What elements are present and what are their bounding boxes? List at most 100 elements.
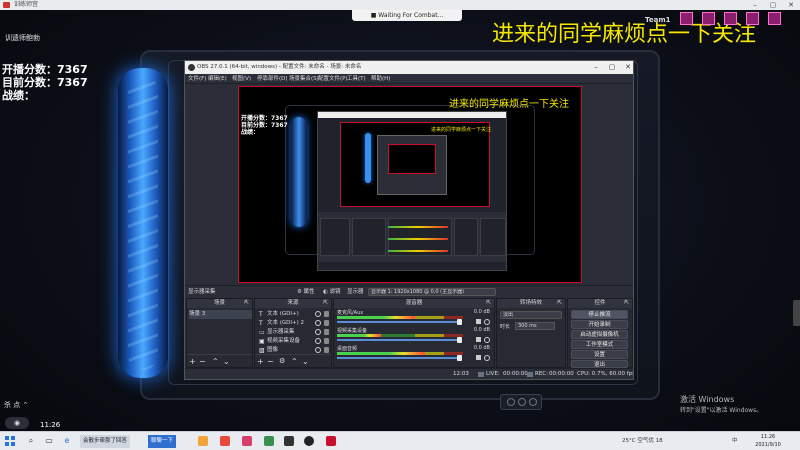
display-select[interactable]: 显示器 1: 1920x1080 @ 0,0 (主显示器) [368, 288, 496, 296]
emote-icon[interactable] [680, 12, 693, 25]
start-recording-button[interactable]: 开始录制 [571, 320, 628, 329]
dock-menu-icon[interactable]: ⇱ [244, 299, 249, 308]
emote-icon[interactable] [746, 12, 759, 25]
transition-select[interactable]: 淡出 [500, 311, 562, 319]
windows-start-icon[interactable] [5, 436, 15, 446]
current-score: 目前分数：7367 [2, 76, 88, 89]
menu-help[interactable]: 帮助(H) [371, 74, 390, 84]
obs-taskbar-icon[interactable] [304, 436, 314, 446]
weather-widget[interactable]: 25°C 空气优 18 [622, 432, 663, 450]
dock-menu-icon[interactable]: ⇱ [557, 299, 562, 308]
emote-icon[interactable] [724, 12, 737, 25]
dock-menu-icon[interactable]: ⇱ [323, 299, 328, 308]
volume-slider[interactable] [337, 337, 462, 343]
source-item[interactable]: ▣ 视频采集设备 [257, 337, 331, 346]
obs-preview-canvas[interactable]: 进来的同学麻烦点一下关注 开播分数：7367 目前分数：7367 战绩： 进来的… [238, 86, 582, 283]
taskbar-item[interactable]: 会散步牵那了回答 [80, 435, 131, 448]
gear-icon[interactable]: ⚙ [279, 355, 285, 368]
source-item[interactable]: T 文本 (GDI+) 2 [257, 319, 331, 328]
stop-streaming-button[interactable]: 停止推流 [571, 310, 628, 319]
settings-button[interactable]: 设置 [571, 350, 628, 359]
controls-header: 控件 ⇱ [568, 299, 632, 308]
remove-scene-button[interactable]: − [199, 355, 206, 368]
lock-icon[interactable] [324, 338, 329, 344]
follow-banner: 进来的同学麻烦点一下关注 [492, 22, 757, 47]
app-icon[interactable] [198, 436, 208, 446]
app-icon[interactable] [284, 436, 294, 446]
lock-icon[interactable] [324, 320, 329, 326]
scene-item[interactable]: 场景 3 [189, 310, 252, 319]
menu-view[interactable]: 视图(V) [232, 74, 251, 84]
move-down-icon[interactable]: ⌄ [223, 355, 230, 368]
lock-icon[interactable] [324, 347, 329, 353]
source-item[interactable]: ▭ 显示器采集 [257, 328, 331, 337]
dock-menu-icon[interactable]: ⇱ [486, 299, 491, 308]
gear-icon[interactable] [484, 337, 490, 343]
slider-handle[interactable] [457, 337, 462, 343]
lock-icon[interactable] [324, 311, 329, 317]
virtual-camera-button[interactable]: 启动虚拟摄像机 [571, 330, 628, 339]
close-button[interactable]: ✕ [784, 0, 798, 10]
filters-button[interactable]: ◐ 滤镜 [323, 286, 341, 298]
move-up-icon[interactable]: ⌃ [291, 355, 298, 368]
menu-scene-collection[interactable]: 场景集合(S) [289, 74, 319, 84]
speaker-icon[interactable] [476, 355, 481, 360]
waiting-toast: ■ Waiting For Combat... [352, 10, 462, 21]
live-icon [478, 372, 484, 377]
volume-meter [337, 352, 463, 355]
gear-icon[interactable] [484, 355, 490, 361]
move-down-icon[interactable]: ⌄ [302, 355, 309, 368]
remove-source-button[interactable]: − [267, 355, 274, 368]
volume-slider[interactable] [337, 355, 462, 361]
app-icon[interactable] [220, 436, 230, 446]
eye-icon[interactable] [315, 347, 321, 353]
app-icon[interactable] [264, 436, 274, 446]
volume-slider[interactable] [337, 319, 462, 325]
energy-pillar [118, 68, 168, 378]
menu-tools[interactable]: 工具(T) [347, 74, 366, 84]
studio-mode-button[interactable]: 工作室模式 [571, 340, 628, 349]
slider-handle[interactable] [457, 355, 462, 361]
app-icon[interactable] [326, 436, 336, 446]
app-icon[interactable] [242, 436, 252, 446]
taskbar-item[interactable]: 聊聊一下 [148, 435, 177, 448]
emote-icon[interactable] [702, 12, 715, 25]
menu-file[interactable]: 文件(F) [188, 74, 206, 84]
live-time: 00:00:00 [503, 371, 528, 377]
input-language[interactable]: 中 [732, 432, 738, 450]
duration-input[interactable]: 300 ms [515, 322, 555, 330]
selected-source-name: 显示器采集 [188, 289, 216, 295]
text-source-icon: T [259, 320, 263, 327]
menu-profile[interactable]: 配置文件(P) [318, 74, 348, 84]
obs-maximize-button[interactable]: ▢ [605, 61, 619, 74]
add-source-button[interactable]: + [257, 355, 264, 368]
speaker-icon[interactable] [476, 319, 481, 324]
exit-button[interactable]: 退出 [571, 360, 628, 368]
gear-icon[interactable] [484, 319, 490, 325]
lock-icon[interactable] [324, 329, 329, 335]
menu-docks[interactable]: 停靠部件(D) [257, 74, 288, 84]
dock-menu-icon[interactable]: ⇱ [624, 299, 629, 308]
add-scene-button[interactable]: + [189, 355, 196, 368]
mic-toggle[interactable]: ◉ [5, 417, 29, 429]
obs-close-button[interactable]: ✕ [621, 61, 633, 74]
move-up-icon[interactable]: ⌃ [212, 355, 219, 368]
system-clock[interactable]: 11:26 2021/9/10 [748, 433, 788, 449]
eye-icon[interactable] [315, 311, 321, 317]
slider-handle[interactable] [457, 319, 462, 325]
source-item[interactable]: T 文本 (GDI+) [257, 310, 331, 319]
properties-button[interactable]: ⚙ 属性 [297, 286, 315, 298]
obs-minimize-button[interactable]: – [589, 61, 603, 74]
search-icon[interactable]: ⌕ [26, 436, 36, 446]
eye-icon[interactable] [315, 320, 321, 326]
maximize-button[interactable]: ▢ [766, 0, 780, 10]
side-collapse-handle[interactable] [793, 300, 800, 326]
edge-icon[interactable]: e [62, 436, 72, 446]
menu-edit[interactable]: 编辑(E) [208, 74, 227, 84]
eye-icon[interactable] [315, 338, 321, 344]
eye-icon[interactable] [315, 329, 321, 335]
emote-icon[interactable] [768, 12, 781, 25]
speaker-icon[interactable] [476, 337, 481, 342]
minimize-button[interactable]: – [748, 0, 762, 10]
task-view-icon[interactable]: ▭ [44, 436, 54, 446]
